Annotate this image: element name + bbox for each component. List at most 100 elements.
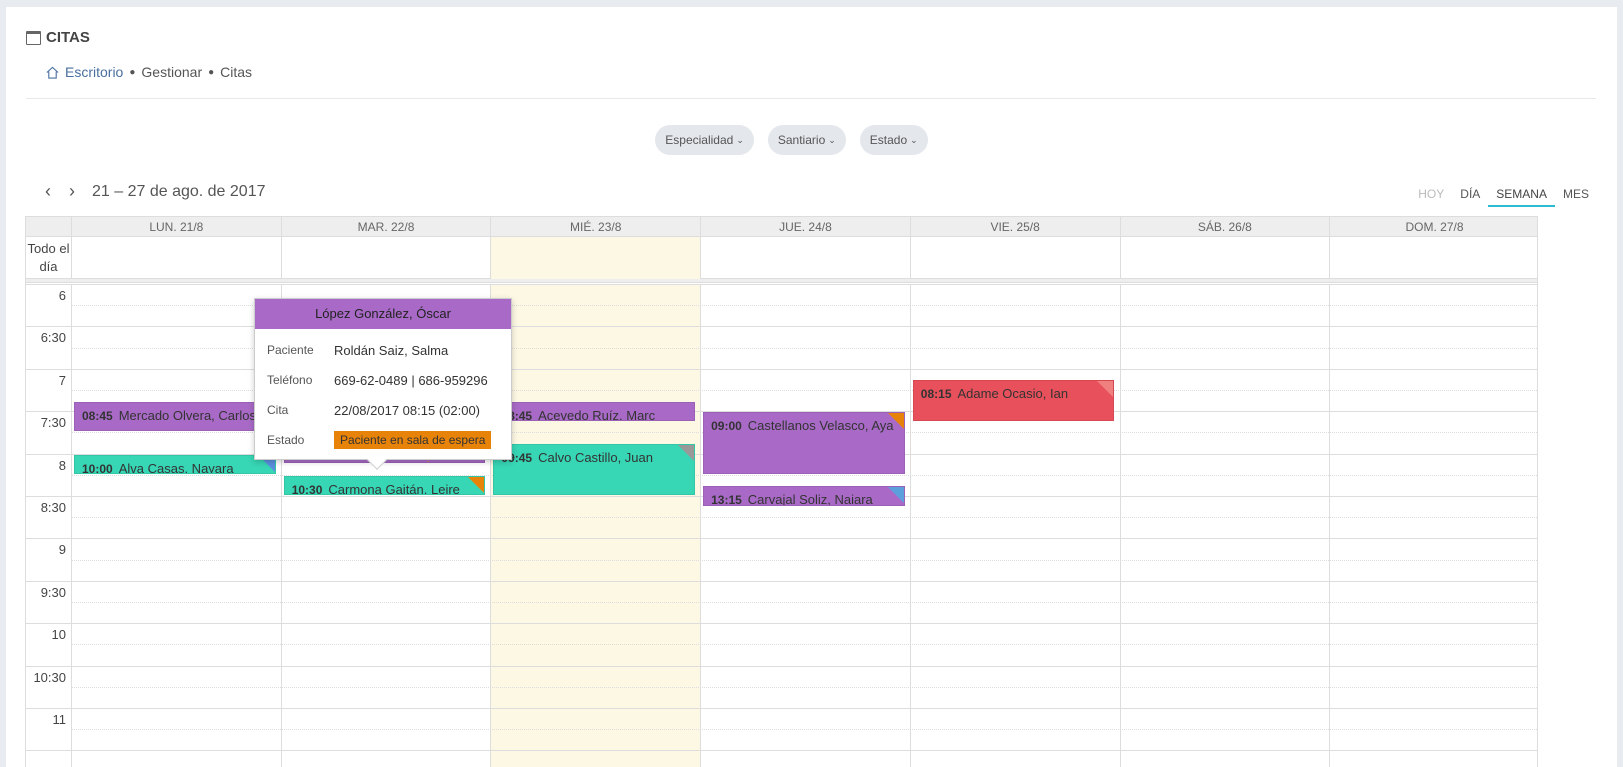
breadcrumb-section[interactable]: Gestionar	[141, 64, 202, 80]
time-label: 9:30	[40, 584, 66, 600]
calendar-header: LUN. 21/8 MAR. 22/8 MIÉ. 23/8 JUE. 24/8 VIE.…	[26, 216, 1537, 237]
day-column[interactable]	[490, 284, 701, 767]
time-label: 10:30	[33, 669, 66, 685]
appointment-event[interactable]: 13:15 Carvajal Soliz, Naiara	[703, 486, 905, 506]
time-slot-line	[26, 368, 1537, 370]
page-title: CITAS	[26, 29, 90, 46]
month-view-button[interactable]: MES	[1555, 181, 1597, 207]
event-time: 13:15	[711, 493, 742, 506]
event-time: 10:30	[291, 482, 323, 495]
week-calendar: LUN. 21/8 MAR. 22/8 MIÉ. 23/8 JUE. 24/8 VIE.…	[25, 216, 1538, 767]
all-day-cell[interactable]	[700, 237, 910, 279]
page-title-text: CITAS	[46, 29, 90, 46]
calendar-icon	[26, 30, 41, 45]
event-patient-name: Castellanos Velasco, Aya	[747, 418, 894, 434]
popover-row-cita: Cita 22/08/2017 08:15 (02:00)	[255, 395, 511, 425]
event-patient-name: Mercado Olvera, Carlos	[118, 407, 256, 423]
event-patient-name: Adame Ocasio, Ian	[957, 386, 1069, 402]
status-corner-marker	[1097, 381, 1114, 398]
popover-title: López González, Óscar	[255, 299, 511, 329]
time-slot-line	[71, 559, 1537, 561]
popover-value: 669-62-0489 | 686-959296	[334, 372, 488, 388]
time-label: 7	[58, 372, 66, 388]
chevron-down-icon: ⌄	[828, 135, 836, 145]
chevron-down-icon: ⌄	[910, 135, 918, 145]
time-grid: 6 6:30 7 7:30 8 8:30 9 9:30 10 10:30 11 08:45 Mercad…	[26, 284, 1537, 767]
appointment-event[interactable]: 08:45 Acevedo Ruíz, Marc	[493, 401, 696, 421]
appointment-event[interactable]: 08:45 Mercado Olvera, Carlos	[74, 401, 276, 432]
status-corner-marker	[678, 445, 695, 461]
chevron-down-icon: ⌄	[736, 135, 744, 145]
breadcrumb-separator: ●	[208, 66, 215, 78]
all-day-separator	[26, 279, 1537, 283]
day-header: MIÉ. 23/8	[490, 217, 700, 237]
appointment-event[interactable]: 10:30 Carmona Gaitán, Leire	[283, 475, 486, 495]
time-slot-line	[26, 580, 1537, 582]
day-header: VIE. 25/8	[909, 217, 1120, 237]
filter-especialidad[interactable]: Especialidad ⌄	[655, 125, 754, 155]
time-slot-line	[71, 729, 1537, 731]
filter-label: Especialidad	[665, 133, 734, 147]
day-column[interactable]	[1329, 284, 1537, 767]
day-header: MAR. 22/8	[280, 217, 491, 237]
main-panel: CITAS Escritorio ● Gestionar ● Citas Esp…	[6, 7, 1617, 767]
appointment-event[interactable]: 08:15 Adame Ocasio, Ian	[912, 380, 1115, 421]
prev-week-button[interactable]: ‹	[36, 181, 60, 202]
home-icon	[46, 66, 59, 79]
time-label: 11	[52, 712, 67, 727]
week-view-button[interactable]: SEMANA	[1488, 181, 1555, 207]
time-slot-line	[26, 284, 1537, 285]
event-time: 09:00	[711, 419, 742, 434]
status-badge: Paciente en sala de espera	[334, 431, 492, 449]
breadcrumb-home-link[interactable]: Escritorio	[65, 64, 123, 80]
event-patient-name: Alva Casas, Nayara	[118, 460, 234, 474]
time-slot-line	[26, 750, 1537, 752]
time-label: 8	[58, 457, 66, 473]
popover-label: Estado	[267, 433, 305, 447]
all-day-cell[interactable]	[280, 237, 491, 279]
day-header: JUE. 24/8	[700, 217, 910, 237]
appointment-event[interactable]: 09:45 Calvo Castillo, Juan	[493, 444, 696, 495]
date-navigation: ‹ › 21 – 27 de ago. de 2017	[36, 181, 266, 202]
breadcrumb-separator: ●	[129, 66, 136, 78]
all-day-cell[interactable]	[71, 237, 281, 279]
event-time: 08:15	[920, 387, 952, 402]
time-slot-line	[26, 326, 1537, 328]
all-day-cell[interactable]	[490, 237, 701, 279]
next-week-button[interactable]: ›	[60, 181, 84, 202]
filter-bar: Especialidad ⌄ Santiario ⌄ Estado ⌄	[6, 125, 1617, 155]
day-column[interactable]	[700, 284, 910, 767]
time-label: 6	[58, 288, 66, 303]
event-time: 08:45	[82, 408, 113, 423]
filter-estado[interactable]: Estado ⌄	[859, 125, 928, 155]
popover-value: Roldán Saiz, Salma	[334, 342, 449, 358]
filter-label: Estado	[869, 133, 908, 147]
time-slot-line	[71, 644, 1537, 646]
time-label: 9	[58, 542, 66, 558]
appointment-event[interactable]: 10:00 Alva Casas, Nayara	[74, 454, 276, 474]
time-label: 6:30	[40, 330, 66, 346]
time-slot-line	[26, 665, 1537, 667]
appointment-popover: López González, Óscar Paciente Roldán Sa…	[254, 298, 512, 470]
time-label: 7:30	[40, 415, 66, 431]
today-button[interactable]: HOY	[1410, 181, 1452, 207]
time-slot-line	[71, 517, 1537, 519]
day-view-button[interactable]: DÍA	[1452, 181, 1488, 207]
filter-santiario[interactable]: Santiario ⌄	[767, 125, 846, 155]
day-header: DOM. 27/8	[1329, 217, 1537, 237]
all-day-cell[interactable]	[1329, 237, 1537, 279]
status-corner-marker	[468, 476, 485, 493]
day-column[interactable]	[1119, 284, 1330, 767]
popover-row-telefono: Teléfono 669-62-0489 | 686-959296	[255, 365, 511, 395]
event-patient-name: Acevedo Ruíz, Marc	[538, 407, 656, 421]
time-label: 8:30	[40, 500, 66, 515]
appointment-event[interactable]: 09:00 Castellanos Velasco, Aya	[703, 412, 905, 474]
day-column[interactable]	[909, 284, 1120, 767]
day-column[interactable]	[71, 284, 281, 767]
all-day-cell[interactable]	[909, 237, 1120, 279]
all-day-cell[interactable]	[1119, 237, 1330, 279]
filter-label: Santiario	[777, 133, 826, 147]
popover-label: Cita	[267, 403, 289, 417]
event-patient-name: Carvajal Soliz, Naiara	[747, 492, 873, 506]
breadcrumb-current: Citas	[220, 64, 253, 80]
